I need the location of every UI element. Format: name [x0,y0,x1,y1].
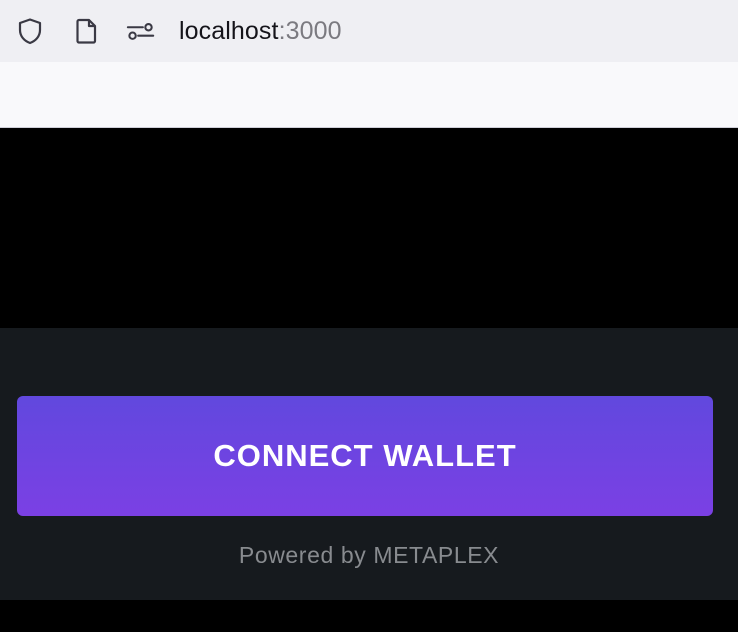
hero-area [0,128,738,328]
permissions-icon[interactable] [126,16,156,46]
toolbar-strip [0,62,738,128]
mint-panel: CONNECT WALLET Powered by METAPLEX [0,328,738,600]
shield-icon[interactable] [15,16,45,46]
url-port: :3000 [278,17,342,45]
url-bar[interactable]: localhost:3000 [0,0,738,62]
bottom-area [0,600,738,632]
page-icon[interactable] [71,16,101,46]
powered-by-text: Powered by METAPLEX [238,542,500,568]
url-host: localhost [179,17,279,45]
connect-wallet-button[interactable]: CONNECT WALLET [17,396,713,516]
url-text[interactable]: localhost:3000 [179,16,342,46]
